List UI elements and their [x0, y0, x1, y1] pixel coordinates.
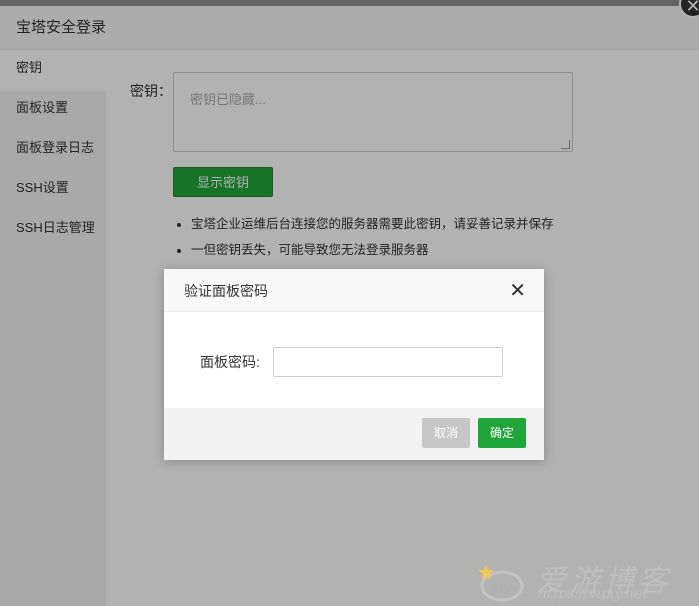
dialog-title: 验证面板密码 — [184, 283, 268, 299]
dialog-body: 面板密码: — [164, 312, 544, 408]
password-label: 面板密码: — [200, 354, 260, 370]
dialog-footer: 取消 确定 — [164, 408, 544, 460]
dialog-header: 验证面板密码 ✕ — [164, 269, 544, 312]
password-input[interactable] — [273, 347, 503, 377]
verify-password-dialog: 验证面板密码 ✕ 面板密码: 取消 确定 — [164, 269, 544, 460]
watermark-url: https://vipiy.net — [538, 586, 648, 602]
cancel-button[interactable]: 取消 — [422, 418, 470, 448]
svg-text:iw: iw — [492, 576, 514, 597]
confirm-button[interactable]: 确定 — [478, 418, 526, 448]
watermark: iw 爱游博客 https://vipiy.net — [478, 556, 693, 604]
close-icon[interactable]: ✕ — [509, 269, 526, 313]
blog-logo-icon: iw — [478, 564, 524, 602]
